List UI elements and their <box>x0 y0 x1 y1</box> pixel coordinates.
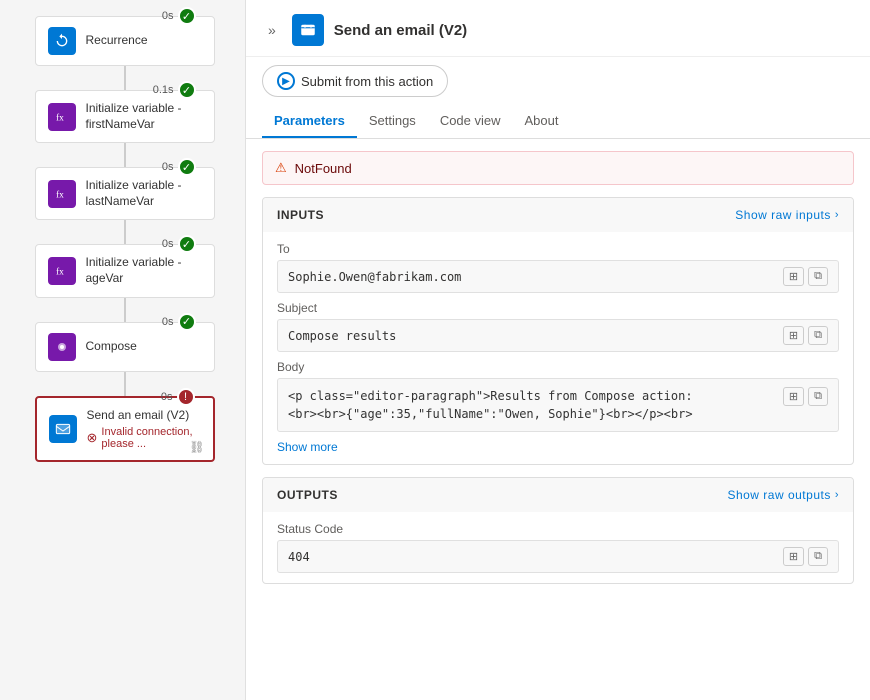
compose-icon <box>48 333 76 361</box>
not-found-banner: ⚠ NotFound <box>262 151 854 185</box>
grid-btn-1[interactable]: ⊞ <box>783 326 804 345</box>
node-connector <box>124 372 126 396</box>
submit-button[interactable]: ▶ Submit from this action <box>262 65 448 97</box>
node-badge-init-lastname: 0s✓ <box>162 158 196 176</box>
node-card-send-email[interactable]: 0s!Send an email (V2)⊗ Invalid connectio… <box>35 396 215 463</box>
right-panel: » Send an email (V2) ▶ Submit from this … <box>245 0 870 700</box>
node-label-send-email: Send an email (V2) <box>87 408 201 424</box>
inputs-label: INPUTS <box>277 208 324 222</box>
node-card-init-lastname[interactable]: 0s✓fxInitialize variable - lastNameVar <box>35 167 215 220</box>
inputs-body: ToSophie.Owen@fabrikam.com⊞⧉SubjectCompo… <box>263 232 853 464</box>
variable-icon: fx <box>48 257 76 285</box>
node-label-init-age: Initialize variable - ageVar <box>86 255 202 286</box>
show-raw-outputs[interactable]: Show raw outputs › <box>727 488 839 502</box>
flow-node-recurrence: 0s✓Recurrence <box>20 16 229 90</box>
submit-label: Submit from this action <box>301 74 433 89</box>
input-field-value-0: Sophie.Owen@fabrikam.com⊞⧉ <box>277 260 839 293</box>
field-value-text-0: Sophie.Owen@fabrikam.com <box>288 270 783 284</box>
output-field-value-0: 404⊞⧉ <box>277 540 839 573</box>
warning-icon: ⚠ <box>275 160 287 176</box>
success-badge-icon: ✓ <box>178 313 196 331</box>
link-icon: ⛓ <box>189 440 204 454</box>
action-title: Send an email (V2) <box>334 22 467 39</box>
input-field-label-2: Body <box>277 360 839 374</box>
show-raw-inputs[interactable]: Show raw inputs › <box>735 208 839 222</box>
node-badge-send-email: 0s! <box>161 388 195 406</box>
email-icon <box>49 415 77 443</box>
left-panel: 0s✓Recurrence0.1s✓fxInitialize variable … <box>0 0 245 700</box>
input-field-label-0: To <box>277 242 839 256</box>
node-badge-compose: 0s✓ <box>162 313 196 331</box>
error-badge-icon: ! <box>177 388 195 406</box>
variable-icon: fx <box>48 103 76 131</box>
flow-node-send-email: 0s!Send an email (V2)⊗ Invalid connectio… <box>20 396 229 463</box>
node-label-init-lastname: Initialize variable - lastNameVar <box>86 178 202 209</box>
node-badge-init-firstname: 0.1s✓ <box>153 81 196 99</box>
copy-btn-1[interactable]: ⧉ <box>808 326 828 345</box>
node-label-compose: Compose <box>86 339 202 355</box>
error-text-send-email: ⊗ Invalid connection, please ... <box>87 426 201 450</box>
outputs-header: OUTPUTS Show raw outputs › <box>263 478 853 512</box>
show-more[interactable]: Show more <box>277 440 338 454</box>
node-label-recurrence: Recurrence <box>86 33 202 49</box>
node-connector <box>124 298 126 322</box>
input-field-label-1: Subject <box>277 301 839 315</box>
grid-btn-0[interactable]: ⊞ <box>783 267 804 286</box>
chevron-right-icon: › <box>835 209 839 221</box>
flow-node-init-lastname: 0s✓fxInitialize variable - lastNameVar <box>20 167 229 244</box>
flow-node-init-firstname: 0.1s✓fxInitialize variable - firstNameVa… <box>20 90 229 167</box>
output-field-value-text-0: 404 <box>288 550 783 564</box>
success-badge-icon: ✓ <box>178 7 196 25</box>
copy-btn[interactable]: ⧉ <box>808 387 828 406</box>
tab-about[interactable]: About <box>513 105 571 138</box>
node-card-compose[interactable]: 0s✓Compose <box>35 322 215 372</box>
node-card-init-firstname[interactable]: 0.1s✓fxInitialize variable - firstNameVa… <box>35 90 215 143</box>
error-circle-icon: ⊗ <box>87 430 98 446</box>
recurrence-icon <box>48 27 76 55</box>
expand-button[interactable]: » <box>262 20 282 40</box>
output-field-label-0: Status Code <box>277 522 839 536</box>
action-icon <box>292 14 324 46</box>
copy-btn-0[interactable]: ⧉ <box>808 267 828 286</box>
tab-code-view[interactable]: Code view <box>428 105 513 138</box>
input-field-value-1: Compose results⊞⧉ <box>277 319 839 352</box>
submit-play-icon: ▶ <box>277 72 295 90</box>
success-badge-icon: ✓ <box>178 81 196 99</box>
flow-node-compose: 0s✓Compose <box>20 322 229 396</box>
grid-btn-out-0[interactable]: ⊞ <box>783 547 804 566</box>
svg-text:fx: fx <box>56 112 64 123</box>
outputs-label: OUTPUTS <box>277 488 338 502</box>
tab-parameters[interactable]: Parameters <box>262 105 357 138</box>
node-badge-init-age: 0s✓ <box>162 235 196 253</box>
outputs-section: OUTPUTS Show raw outputs › Status Code 40… <box>262 477 854 584</box>
right-header: » Send an email (V2) <box>246 0 870 57</box>
grid-btn[interactable]: ⊞ <box>783 387 804 406</box>
success-badge-icon: ✓ <box>178 158 196 176</box>
node-label-init-firstname: Initialize variable - firstNameVar <box>86 101 202 132</box>
field-value-text-1: Compose results <box>288 329 783 343</box>
chevron-right-icon: › <box>835 489 839 501</box>
node-connector <box>124 66 126 90</box>
inputs-header: INPUTS Show raw inputs › <box>263 198 853 232</box>
node-card-init-age[interactable]: 0s✓fxInitialize variable - ageVar <box>35 244 215 297</box>
outputs-body: Status Code 404⊞⧉ <box>263 512 853 583</box>
node-connector <box>124 220 126 244</box>
svg-text:fx: fx <box>56 266 64 277</box>
not-found-label: NotFound <box>295 161 352 176</box>
panel-content: ⚠ NotFound INPUTS Show raw inputs › To So… <box>246 139 870 700</box>
body-text: <p class="editor-paragraph">Results from… <box>288 387 783 423</box>
svg-text:fx: fx <box>56 189 64 200</box>
inputs-section: INPUTS Show raw inputs › To Sophie.Owen@f… <box>262 197 854 465</box>
node-card-recurrence[interactable]: 0s✓Recurrence <box>35 16 215 66</box>
copy-btn-out-0[interactable]: ⧉ <box>808 547 828 566</box>
tab-settings[interactable]: Settings <box>357 105 428 138</box>
variable-icon: fx <box>48 180 76 208</box>
flow-node-init-age: 0s✓fxInitialize variable - ageVar <box>20 244 229 321</box>
node-badge-recurrence: 0s✓ <box>162 7 196 25</box>
node-connector <box>124 143 126 167</box>
body-field: <p class="editor-paragraph">Results from… <box>277 378 839 432</box>
tabs-row: ParametersSettingsCode viewAbout <box>246 105 870 139</box>
success-badge-icon: ✓ <box>178 235 196 253</box>
